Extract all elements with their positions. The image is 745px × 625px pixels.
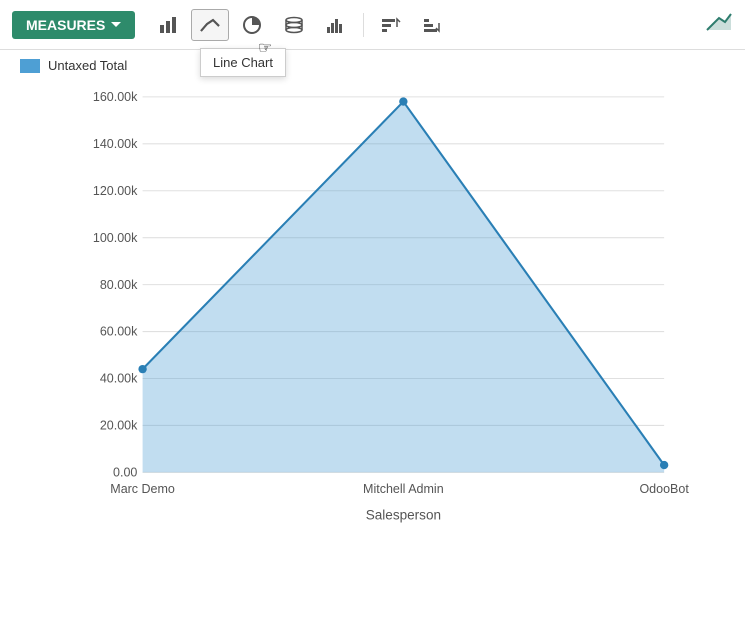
pie-chart-button[interactable] [233, 9, 271, 41]
line-chart-button[interactable] [191, 9, 229, 41]
measures-button[interactable]: MEASURES [12, 11, 135, 39]
sort-desc-button[interactable] [414, 9, 452, 41]
bar-chart2-button[interactable] [317, 9, 355, 41]
line-chart-icon [200, 15, 220, 35]
y-label-160k: 160.00k [93, 90, 138, 104]
y-label-40k: 40.00k [100, 372, 138, 386]
bar-chart-button[interactable] [149, 9, 187, 41]
sort-asc-button[interactable] [372, 9, 410, 41]
y-label-60k: 60.00k [100, 325, 138, 339]
sort-desc-icon [423, 15, 443, 35]
chart-legend: Untaxed Total [0, 50, 745, 73]
stack-chart-icon [284, 15, 304, 35]
stack-chart-button[interactable] [275, 9, 313, 41]
legend-label: Untaxed Total [48, 58, 127, 73]
chart-area-fill [143, 102, 665, 473]
toolbar: MEASURES [0, 0, 745, 50]
y-label-120k: 120.00k [93, 184, 138, 198]
right-icon-area [705, 8, 733, 41]
measures-label: MEASURES [26, 17, 105, 33]
x-label-marc: Marc Demo [110, 482, 175, 496]
line-chart-tooltip: Line Chart [200, 48, 286, 77]
toolbar-separator [363, 13, 364, 37]
x-label-mitchell: Mitchell Admin [363, 482, 444, 496]
area-chart-icon [705, 8, 733, 36]
sort-asc-icon [381, 15, 401, 35]
y-label-80k: 80.00k [100, 278, 138, 292]
chart-area: 0.00 20.00k 40.00k 60.00k 80.00k 100.00k… [0, 73, 745, 588]
data-point-mitchell [399, 97, 407, 105]
bar-chart-icon [158, 15, 178, 35]
data-point-odoobot [660, 461, 668, 469]
tooltip-text: Line Chart [213, 55, 273, 70]
y-label-140k: 140.00k [93, 137, 138, 151]
x-label-odoobot: OdooBot [639, 482, 689, 496]
pie-chart-icon [242, 15, 262, 35]
data-point-marc [138, 365, 146, 373]
legend-color-swatch [20, 59, 40, 73]
x-axis-title: Salesperson [366, 507, 441, 522]
line-chart-svg: 0.00 20.00k 40.00k 60.00k 80.00k 100.00k… [80, 83, 685, 528]
y-label-100k: 100.00k [93, 231, 138, 245]
measures-caret [111, 22, 121, 27]
y-label-0: 0.00 [113, 466, 137, 480]
y-label-20k: 20.00k [100, 419, 138, 433]
bar-chart2-icon [326, 15, 346, 35]
